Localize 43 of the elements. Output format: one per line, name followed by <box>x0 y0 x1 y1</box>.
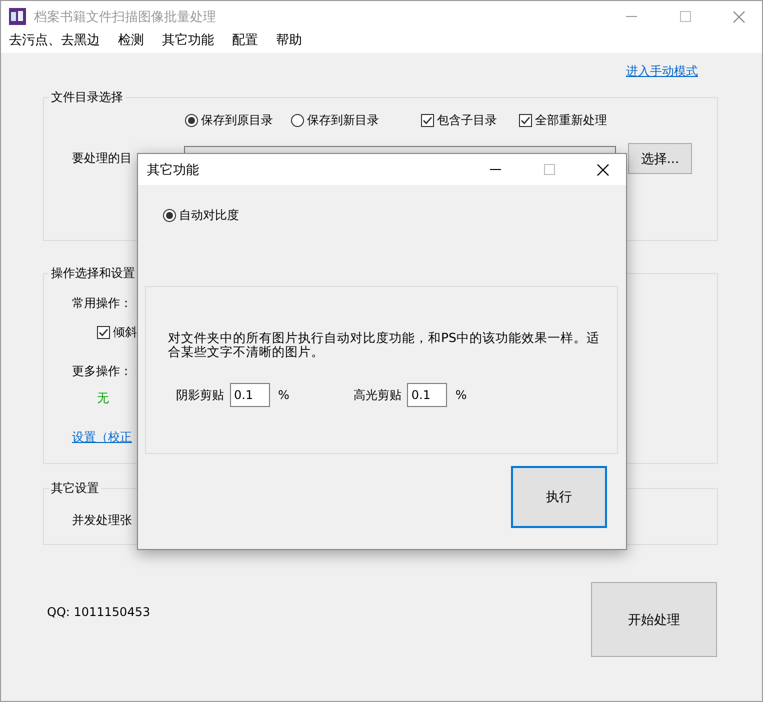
browse-button[interactable]: 选择... <box>628 143 692 174</box>
app-icon <box>9 8 26 25</box>
group-title: 操作选择和设置 <box>50 265 136 282</box>
radio-button[interactable] <box>291 114 304 127</box>
field-label: 常用操作： <box>72 295 132 312</box>
menu-item[interactable]: 去污点、去黑边 <box>9 32 100 49</box>
option-label: 包含子目录 <box>437 112 497 129</box>
checkbox[interactable] <box>519 114 532 127</box>
radio-button[interactable] <box>185 114 198 127</box>
option-label: 全部重新处理 <box>535 112 607 129</box>
unit-label: % <box>278 388 290 402</box>
input-field[interactable]: 0.1 <box>230 383 270 407</box>
minimize-icon[interactable] <box>490 169 500 170</box>
option-label: 自动对比度 <box>179 207 239 224</box>
description-text: 对文件夹中的所有图片执行自动对比度功能，和PS中的该功能效果一样。适合某些文字不清晰的图片。 <box>168 331 600 359</box>
menu-item[interactable]: 其它功能 <box>162 32 214 49</box>
qq-text: QQ: 1011150453 <box>47 605 150 619</box>
start-button[interactable]: 开始处理 <box>591 582 717 657</box>
field-label: 高光剪贴 <box>353 386 402 404</box>
option-label: 倾斜 <box>113 324 137 341</box>
option-label: 保存到原目录 <box>201 112 273 129</box>
dialog-title: 其它功能 <box>147 162 200 178</box>
operation-value: 无 <box>97 390 109 407</box>
field-label: 要处理的目 <box>72 150 132 167</box>
group-title: 文件目录选择 <box>50 89 124 106</box>
menu-item[interactable]: 配置 <box>232 32 258 49</box>
checkbox[interactable] <box>97 326 110 339</box>
input-field[interactable]: 0.1 <box>407 383 448 407</box>
radio-button[interactable] <box>163 209 176 222</box>
option-label: 保存到新目录 <box>307 112 379 129</box>
unit-label: % <box>455 388 467 402</box>
execute-button[interactable]: 执行 <box>511 466 607 528</box>
manual-mode-link[interactable]: 进入手动模式 <box>626 63 698 89</box>
field-label: 更多操作： <box>72 363 132 380</box>
group-title: 其它设置 <box>50 480 100 497</box>
menu-item[interactable]: 帮助 <box>276 32 302 49</box>
settings-link[interactable]: 设置（校正 <box>72 429 132 446</box>
window-title: 档案书籍文件扫描图像批量处理 <box>34 8 217 26</box>
field-label: 并发处理张 <box>72 512 132 529</box>
field-label: 阴影剪贴 <box>176 386 224 404</box>
menu-item[interactable]: 检测 <box>118 32 144 49</box>
checkbox[interactable] <box>421 114 434 127</box>
close-icon[interactable] <box>597 164 609 176</box>
